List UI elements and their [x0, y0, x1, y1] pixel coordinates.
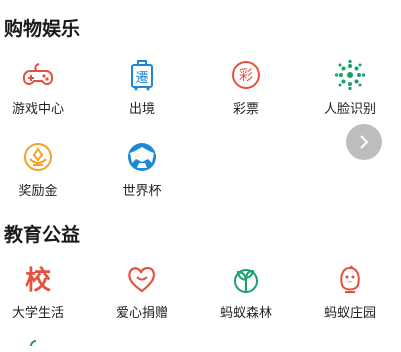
grid-item-reward[interactable]: 奖励金 [0, 140, 88, 206]
luggage-icon-glyph: 遷 [135, 71, 148, 86]
grid-item-lottery[interactable]: 彩 彩票 [196, 58, 296, 124]
grid-item-label: 大学生活 [11, 306, 64, 321]
section-title-education: 教育公益 [4, 224, 81, 246]
school-icon-glyph: 校 [25, 265, 52, 295]
grid-item-college-life[interactable]: 校 大学生活 [0, 262, 88, 328]
grid-item-label: 出境 [128, 102, 155, 117]
grid-item-label: 人脸识别 [323, 102, 376, 117]
grid-item-label: 游戏中心 [11, 102, 64, 117]
grid-item-label: 奖励金 [18, 184, 58, 199]
next-page-button[interactable] [346, 124, 382, 160]
sprout-icon [229, 262, 263, 296]
partial-next-row-icon [30, 340, 37, 347]
luggage-icon: 遷 [125, 58, 159, 92]
chick-icon [333, 262, 367, 296]
grid-item-game-center[interactable]: 游戏中心 [0, 58, 88, 124]
grid-item-label: 蚂蚁庄园 [323, 306, 376, 321]
heart-donate-icon [125, 262, 159, 296]
grid-item-world-cup[interactable]: 世界杯 [92, 140, 192, 206]
lottery-icon-glyph: 彩 [239, 68, 253, 84]
grid-item-ant-farm[interactable]: 蚂蚁庄园 [300, 262, 400, 328]
reward-coin-icon [21, 140, 55, 174]
grid-item-face-recognition[interactable]: 人脸识别 [300, 58, 400, 124]
grid-item-label: 爱心捐赠 [115, 306, 168, 321]
grid-item-label: 彩票 [232, 102, 259, 117]
grid-item-label: 世界杯 [122, 184, 162, 199]
grid-item-ant-forest[interactable]: 蚂蚁森林 [196, 262, 296, 328]
grid-item-label: 蚂蚁森林 [219, 306, 272, 321]
grid-item-outbound[interactable]: 遷 出境 [92, 58, 192, 124]
school-icon: 校 [21, 262, 55, 296]
soccer-ball-icon [125, 140, 159, 174]
chevron-right-icon [360, 135, 369, 149]
section-title-shopping: 购物娱乐 [4, 18, 81, 40]
gamepad-icon [21, 58, 55, 92]
face-dots-icon [333, 58, 367, 92]
grid-item-charity[interactable]: 爱心捐赠 [92, 262, 192, 328]
lottery-icon: 彩 [229, 58, 263, 92]
